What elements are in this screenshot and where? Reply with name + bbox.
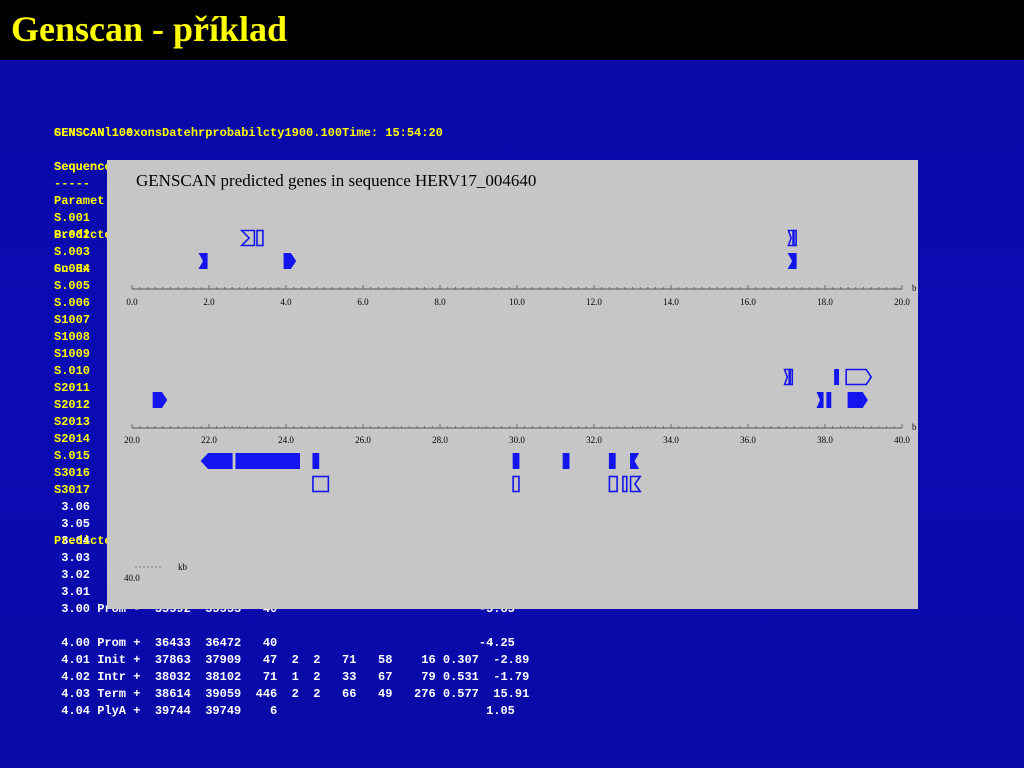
gene-feature <box>312 475 330 493</box>
tick-label: 8.0 <box>434 297 446 307</box>
output-line: S.003 <box>54 245 91 259</box>
gene-feature <box>152 392 168 408</box>
output-line: S3017 <box>54 483 91 497</box>
tick-label: 40.0 <box>894 435 910 445</box>
overlay-text: GENSCAN 1.0 <box>54 126 134 140</box>
gene-feature <box>608 453 616 469</box>
unit-label: kb <box>178 562 188 572</box>
gene-feature <box>789 368 794 386</box>
output-line: 4.02 Intr + 38032 38102 71 1 2 33 67 79 … <box>54 670 530 684</box>
gene-feature <box>608 475 618 493</box>
output-line: S3016 <box>54 466 91 480</box>
output-line: S.005 <box>54 279 91 293</box>
tick-label: 6.0 <box>357 297 369 307</box>
tick-label: 34.0 <box>663 435 679 445</box>
gene-feature <box>630 453 640 469</box>
output-line: ----- <box>54 177 91 191</box>
gene-feature <box>783 368 790 386</box>
scale-note: 40.0 <box>124 573 140 583</box>
output-line: 3.02 <box>54 568 91 582</box>
output-line: 4.03 Term + 38614 39059 446 2 2 66 49 27… <box>54 687 530 701</box>
gene-feature <box>256 229 264 247</box>
figure-title: GENSCAN predicted genes in sequence HERV… <box>136 171 537 190</box>
gene-feature <box>283 253 297 269</box>
tick-label: 36.0 <box>740 435 756 445</box>
gene-feature <box>787 253 797 269</box>
output-line: Paramet <box>54 194 105 208</box>
output-line: 4.01 Init + 37863 37909 47 2 2 71 58 16 … <box>54 653 530 667</box>
gene-feature <box>622 475 628 493</box>
tick-label: 10.0 <box>509 297 525 307</box>
overlay-text: Sequence <box>54 160 112 174</box>
overlay-text: Gn.Ex <box>54 262 91 276</box>
genscan-figure-panel: 0.0 2.0 4.0 6.0 8.0 10.0 12.0 14.0 16.0 18.0 20.0 b… <box>107 160 918 609</box>
tick-label: 2.0 <box>203 297 215 307</box>
gene-feature <box>845 368 873 386</box>
output-line: 4.00 Prom + 36433 36472 40 -4.25 <box>54 636 515 650</box>
output-line: S1009 <box>54 347 91 361</box>
axis-unit-suffix: b <box>912 422 917 432</box>
axis-unit-suffix: b <box>912 283 917 293</box>
output-line: S2012 <box>54 398 91 412</box>
output-line: 3.01 <box>54 585 91 599</box>
output-line: S2014 <box>54 432 91 446</box>
tick-label: 24.0 <box>278 435 294 445</box>
output-line: S.001 <box>54 211 91 225</box>
gene-feature <box>793 229 797 247</box>
gene-feature <box>200 453 233 469</box>
gene-feature <box>562 453 570 469</box>
tick-label: 28.0 <box>432 435 448 445</box>
tick-label: 12.0 <box>586 297 602 307</box>
gene-feature <box>512 475 520 493</box>
gene-feature <box>847 392 868 408</box>
tick-label: 0.0 <box>126 297 138 307</box>
tick-label: 22.0 <box>201 435 217 445</box>
tick-label: 20.0 <box>894 297 910 307</box>
output-line: S2011 <box>54 381 91 395</box>
tick-label: 14.0 <box>663 297 679 307</box>
output-line: S.010 <box>54 364 91 378</box>
output-line: S.006 <box>54 296 91 310</box>
tick-label: 16.0 <box>740 297 756 307</box>
gene-feature <box>826 392 832 408</box>
output-line: 4.04 PlyA + 39744 39749 6 1.05 <box>54 704 515 718</box>
output-line: S.015 <box>54 449 91 463</box>
output-line: 3.05 <box>54 517 91 531</box>
output-line: 3.03 <box>54 551 91 565</box>
gene-feature <box>198 253 208 269</box>
gene-feature <box>235 453 300 469</box>
tick-label: 4.0 <box>280 297 292 307</box>
gene-feature <box>239 229 256 247</box>
tick-label: 18.0 <box>817 297 833 307</box>
tick-label: 30.0 <box>509 435 525 445</box>
tick-label: 32.0 <box>586 435 602 445</box>
gene-feature <box>787 229 794 247</box>
gene-feature <box>629 475 642 493</box>
tick-label: 20.0 <box>124 435 140 445</box>
output-line: 3.06 <box>54 500 91 514</box>
gene-feature <box>312 453 320 469</box>
output-line: S2013 <box>54 415 91 429</box>
gene-feature <box>834 369 839 385</box>
tick-label: 38.0 <box>817 435 833 445</box>
gene-feature <box>816 392 824 408</box>
tick-label: 26.0 <box>355 435 371 445</box>
genscan-figure-svg: 0.0 2.0 4.0 6.0 8.0 10.0 12.0 14.0 16.0 18.0 20.0b… <box>124 229 917 583</box>
gene-feature <box>512 453 520 469</box>
output-line: S1007 <box>54 313 91 327</box>
output-line: S1008 <box>54 330 91 344</box>
